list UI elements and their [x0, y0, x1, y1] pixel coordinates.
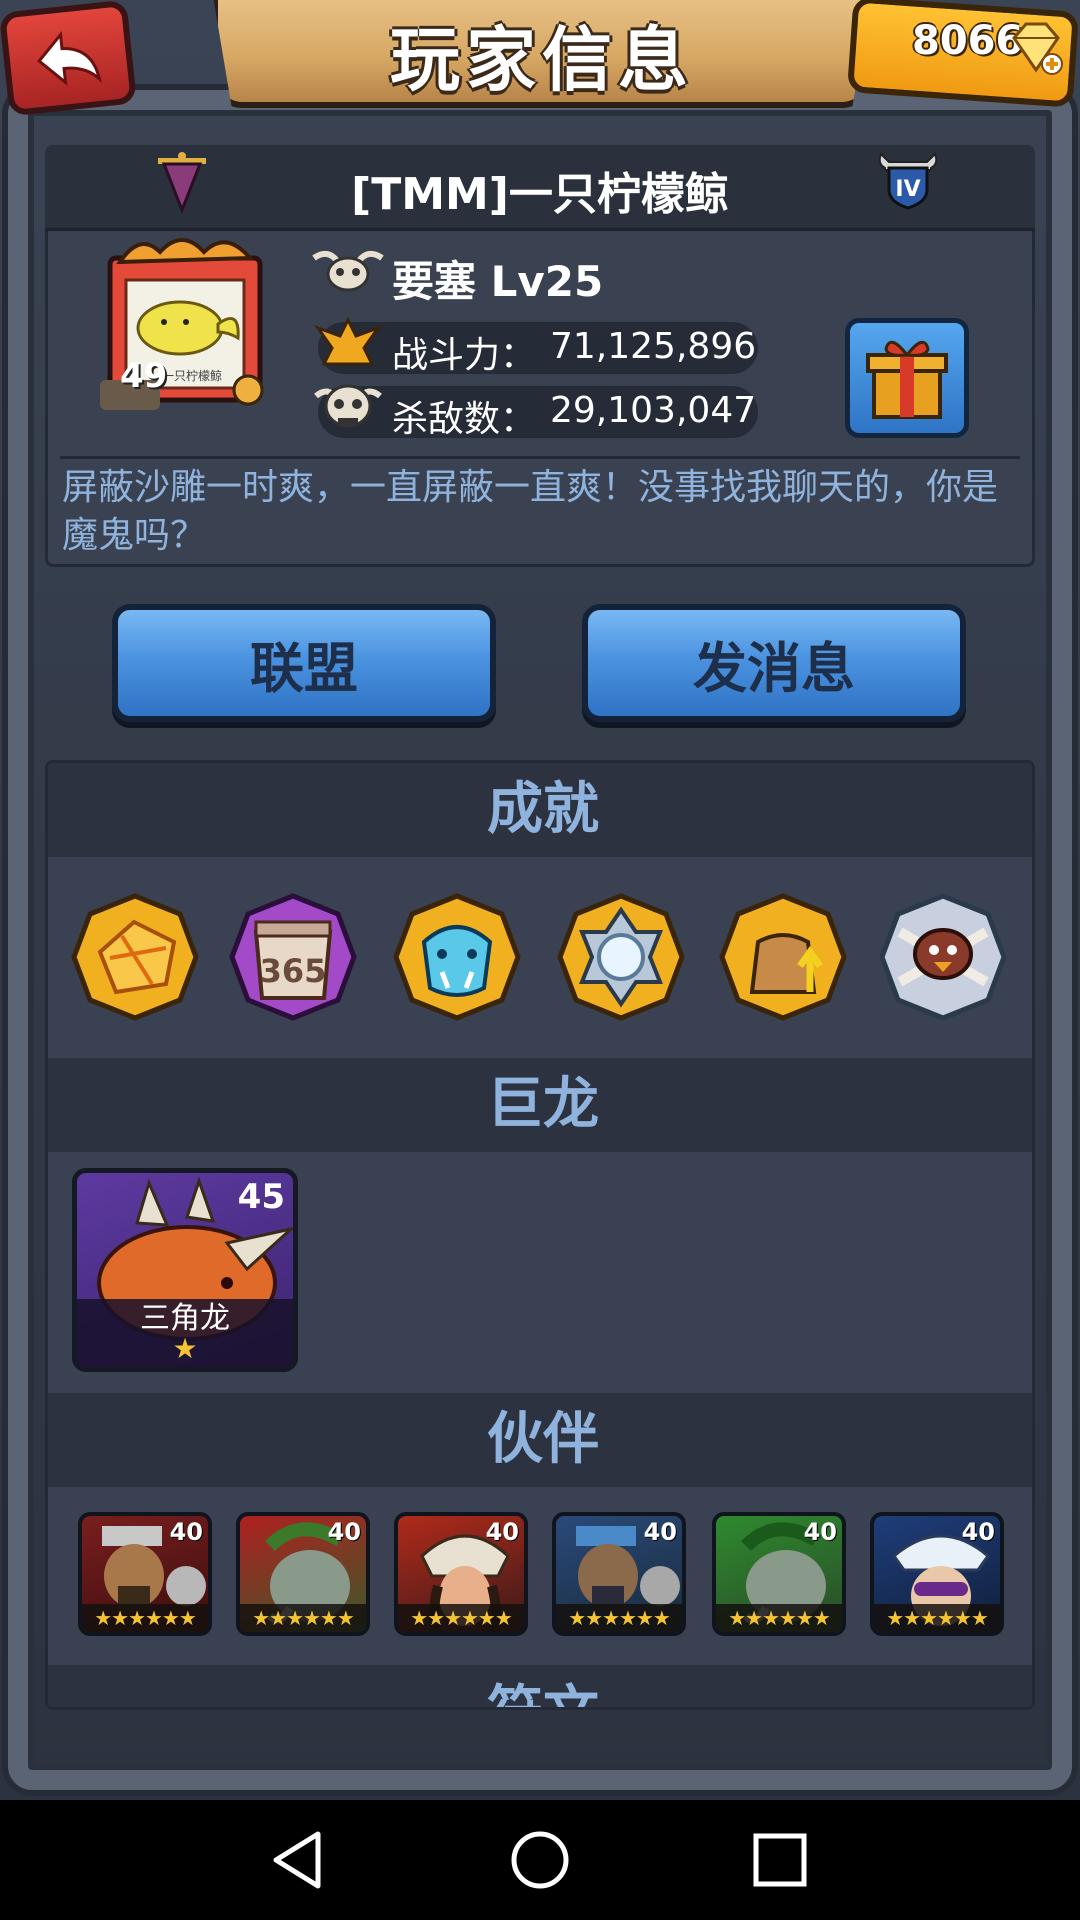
player-name: [TMM]一只柠檬鲸 [351, 169, 729, 220]
nav-recents-icon[interactable] [748, 1828, 812, 1892]
partner-level: 40 [169, 1518, 203, 1546]
power-value: 71,125,896 [550, 326, 757, 367]
silver-gear-icon[interactable] [556, 892, 686, 1022]
partner-card[interactable]: 40 ★★★★★★ [236, 1512, 370, 1636]
rank-badge-icon: IV [878, 152, 938, 210]
alliance-button[interactable]: 联盟 [112, 604, 496, 722]
partner-level: 40 [327, 1518, 361, 1546]
guild-flag-icon [158, 152, 206, 214]
send-message-button[interactable]: 发消息 [582, 604, 966, 722]
divider [60, 456, 1020, 459]
achievements-header: 成就 [48, 763, 1032, 857]
rank-roman: IV [895, 177, 920, 202]
dragon-stars: ★ [172, 1332, 198, 1365]
gift-button[interactable] [845, 318, 969, 438]
partners-header: 伙伴 [48, 1393, 1032, 1487]
calendar-number: 365 [260, 952, 327, 990]
partner-card[interactable]: 40 ★★★★★★ [870, 1512, 1004, 1636]
runes-header: 符文 [48, 1665, 1032, 1707]
partner-stars: ★★★★★★ [82, 1604, 208, 1632]
partner-card[interactable]: 40 ★★★★★★ [712, 1512, 846, 1636]
power-label: 战斗力： [392, 335, 537, 376]
bird-crossed-bones-icon[interactable] [878, 892, 1008, 1022]
phoenix-emblem-icon [314, 316, 382, 366]
player-motto: 屏蔽沙雕一时爽，一直屏蔽一直爽！没事找我聊天的，你是魔鬼吗？ [62, 467, 999, 556]
gift-icon [866, 340, 948, 419]
partner-stars: ★★★★★★ [556, 1604, 682, 1632]
nav-home-icon[interactable] [508, 1828, 572, 1892]
partner-card[interactable]: 40 ★★★★★★ [394, 1512, 528, 1636]
partner-level: 40 [803, 1518, 837, 1546]
partner-stars: ★★★★★★ [874, 1604, 1000, 1632]
frost-beast-icon[interactable] [392, 892, 522, 1022]
kills-value: 29,103,047 [550, 390, 757, 431]
partner-card[interactable]: 40 ★★★★★★ [78, 1512, 212, 1636]
partner-level: 40 [961, 1518, 995, 1546]
dragon-card[interactable]: 45 三角龙 ★ [72, 1168, 298, 1372]
rank-title: 要塞 Lv25 [392, 257, 604, 306]
back-arrow-icon [37, 30, 102, 86]
partner-level: 40 [485, 1518, 519, 1546]
skull-icon [314, 384, 382, 428]
page-title: 玩家信息 [390, 19, 694, 101]
dragon-level: 45 [237, 1177, 285, 1217]
partner-card[interactable]: 40 ★★★★★★ [552, 1512, 686, 1636]
partner-stars: ★★★★★★ [240, 1604, 366, 1632]
avatar-caption: 一只柠檬鲸 [162, 368, 222, 383]
nav-back-icon[interactable] [268, 1828, 332, 1892]
upgrade-bag-icon[interactable] [718, 892, 848, 1022]
player-info-screen: 玩家信息 8066 [TMM]一只柠檬鲸 IV 一只柠檬鲸 49 要塞 Lv25… [0, 0, 1080, 1800]
partner-stars: ★★★★★★ [716, 1604, 842, 1632]
dragon-name: 三角龙 [140, 1301, 230, 1336]
partner-stars: ★★★★★★ [398, 1604, 524, 1632]
back-button[interactable] [0, 0, 138, 117]
partner-level: 40 [643, 1518, 677, 1546]
kills-label: 杀敌数： [392, 399, 537, 440]
avatar-level: 49 [120, 356, 168, 396]
gold-crystal-icon[interactable] [70, 892, 200, 1022]
dragons-header: 巨龙 [48, 1058, 1032, 1152]
horned-skull-icon [312, 250, 384, 292]
calendar-365-icon[interactable]: 365 [228, 892, 358, 1022]
diamond-plus-icon[interactable] [1006, 20, 1066, 76]
